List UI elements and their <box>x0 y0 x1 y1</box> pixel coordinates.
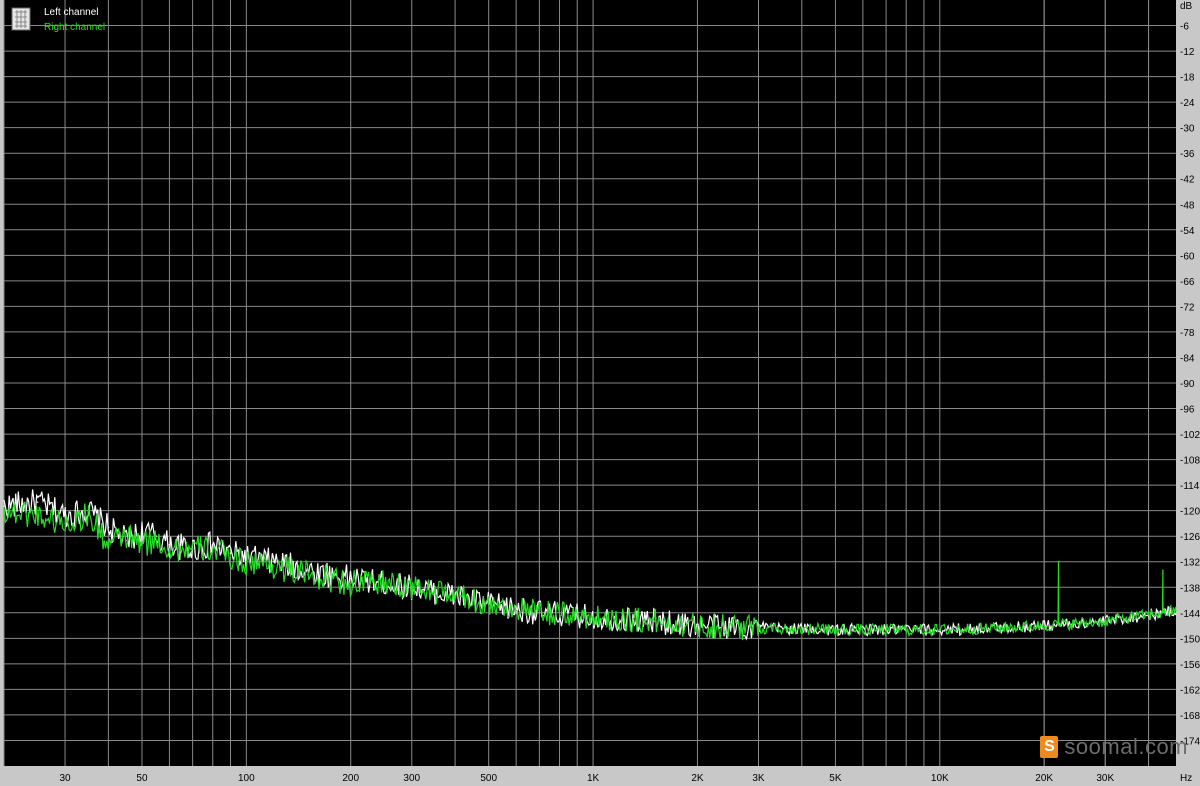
y-tick-label: -150 <box>1180 634 1200 645</box>
y-tick-label: -18 <box>1180 73 1195 84</box>
y-tick-label: -108 <box>1180 456 1200 467</box>
y-tick-label: -96 <box>1180 405 1195 416</box>
y-tick-label: -42 <box>1180 175 1195 186</box>
data-point <box>834 629 837 631</box>
data-point <box>1000 626 1002 629</box>
x-axis-unit: Hz <box>1180 773 1192 784</box>
data-point <box>125 535 127 537</box>
y-tick-label: -36 <box>1180 149 1195 160</box>
data-point <box>592 616 594 618</box>
y-tick-label: -90 <box>1180 379 1195 390</box>
x-tick-label: 50 <box>136 773 148 784</box>
x-tick-label: 30 <box>59 773 71 784</box>
y-tick-label: -66 <box>1180 277 1195 288</box>
data-point <box>273 565 275 567</box>
data-point <box>229 556 232 559</box>
y-tick-label: -84 <box>1180 353 1195 364</box>
watermark-logo-icon: S <box>1040 736 1059 758</box>
x-tick-label: 5K <box>829 773 842 784</box>
x-tick-label: 200 <box>342 773 359 784</box>
data-point <box>155 539 158 542</box>
x-tick-label: 30K <box>1096 773 1114 784</box>
data-point <box>64 522 66 525</box>
data-point <box>410 586 413 589</box>
data-point <box>141 531 143 533</box>
data-point <box>36 514 39 516</box>
y-tick-label: -48 <box>1180 200 1195 211</box>
y-tick-label: -30 <box>1180 124 1195 135</box>
data-point <box>306 573 309 576</box>
y-tick-label: -126 <box>1180 532 1200 543</box>
y-tick-label: -162 <box>1180 685 1200 696</box>
data-point <box>168 548 171 550</box>
y-tick-label: -54 <box>1180 226 1195 237</box>
data-point <box>757 626 760 629</box>
data-point <box>349 577 352 580</box>
spectrum-chart: Left channel Right channel -6 -12 -18 -24 -3… <box>3 0 1200 784</box>
data-point <box>141 543 143 546</box>
data-point <box>1076 622 1079 625</box>
data-point <box>1162 569 1164 572</box>
data-point <box>1175 609 1177 612</box>
data-point <box>487 603 490 606</box>
data-point <box>64 514 66 516</box>
data-point <box>107 543 110 546</box>
x-tick-label: 1K <box>587 773 600 784</box>
x-tick-label: 300 <box>403 773 420 784</box>
data-point <box>1147 614 1150 616</box>
data-point <box>538 612 541 614</box>
y-tick-label: -12 <box>1180 47 1195 58</box>
y-tick-label: -138 <box>1180 583 1200 594</box>
data-point <box>229 552 232 555</box>
y-tick-label: -60 <box>1180 251 1195 262</box>
legend-left-channel: Left channel <box>44 7 99 18</box>
y-tick-label: -78 <box>1180 328 1195 339</box>
x-tick-label: 20K <box>1035 773 1053 784</box>
data-point <box>1057 560 1060 563</box>
y-tick-label: -114 <box>1180 481 1200 492</box>
data-point <box>1104 620 1107 623</box>
data-point <box>87 514 90 516</box>
y-tick-label: -156 <box>1180 660 1200 671</box>
x-tick-label: 10K <box>931 773 949 784</box>
y-axis-ticks: -6 -12 -18 -24 -30 -36 -42 -48 -54 -60 -66 -72 -78 -8… <box>1180 22 1200 748</box>
y-tick-label: -168 <box>1180 711 1200 722</box>
x-tick-label: 500 <box>480 773 497 784</box>
chart-frame: Left channel Right channel -6 -12 -18 -24 -3… <box>0 0 1200 786</box>
data-point <box>191 548 194 550</box>
y-tick-label: -120 <box>1180 507 1200 518</box>
data-point <box>454 594 456 597</box>
x-tick-label: 100 <box>238 773 255 784</box>
data-point <box>938 629 941 631</box>
watermark-text: soomal.com <box>1064 734 1188 759</box>
data-point <box>211 548 214 550</box>
data-point <box>168 543 171 546</box>
y-axis-unit: dB <box>1180 1 1193 12</box>
y-tick-label: -6 <box>1180 22 1189 33</box>
data-point <box>696 624 699 627</box>
data-point <box>1043 624 1045 627</box>
y-tick-label: -102 <box>1180 430 1200 441</box>
x-tick-label: 2K <box>691 773 704 784</box>
y-tick-label: -144 <box>1180 609 1200 620</box>
data-point <box>107 526 110 529</box>
y-tick-label: -132 <box>1180 558 1200 569</box>
legend-grid-icon <box>15 10 27 28</box>
x-tick-label: 3K <box>752 773 765 784</box>
legend-right-channel: Right channel <box>44 22 105 33</box>
data-point <box>383 582 386 584</box>
data-point <box>885 629 887 631</box>
data-point <box>653 620 655 623</box>
data-point <box>349 582 352 584</box>
watermark: S soomal.com <box>1040 734 1188 760</box>
y-tick-label: -72 <box>1180 302 1195 313</box>
data-point <box>245 560 248 563</box>
data-point <box>3 509 5 512</box>
data-point <box>273 560 275 563</box>
y-tick-label: -24 <box>1180 98 1195 109</box>
data-point <box>36 501 39 503</box>
x-axis-ticks: 30 50 100 200 300 500 1K 2K 3K 5K 10K 20K 30K <box>59 773 1114 784</box>
